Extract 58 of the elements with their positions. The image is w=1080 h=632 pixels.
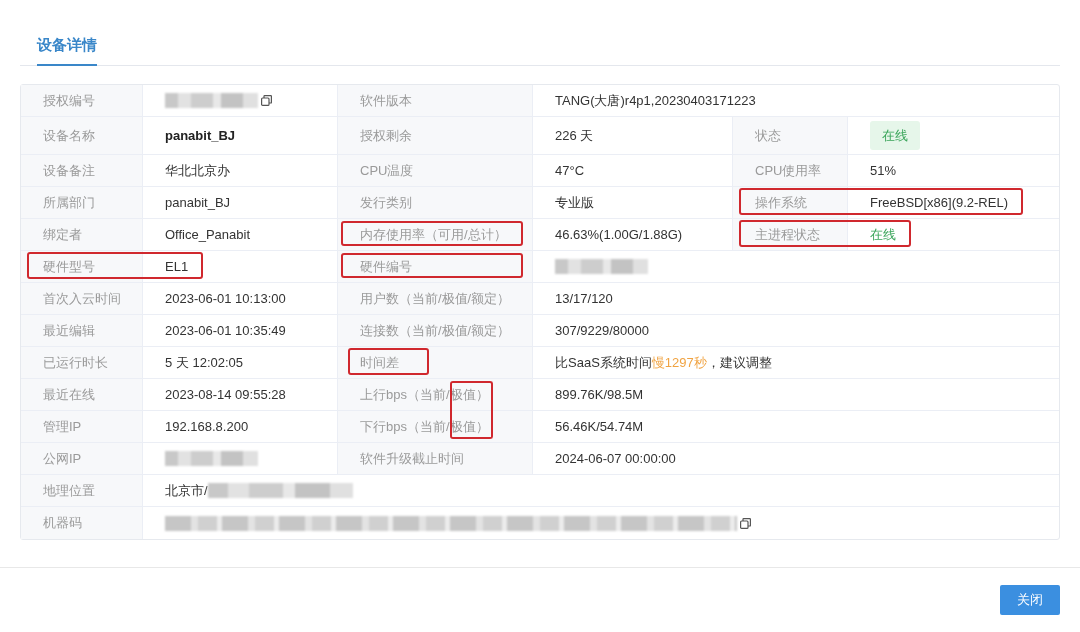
tab[interactable]: 设备详情 xyxy=(37,34,97,66)
field-value: 56.46K/54.74M xyxy=(555,417,644,436)
field-value: FreeBSD[x86](9.2-REL) xyxy=(870,193,1008,212)
field-label: 时间差 xyxy=(360,353,399,372)
field-value: 51% xyxy=(870,161,897,180)
field-value: 226 天 xyxy=(555,126,594,145)
field-value: 899.76K/98.5M xyxy=(555,385,644,404)
field-value: 2024-06-07 00:00:00 xyxy=(555,449,676,468)
field-label: 所属部门 xyxy=(43,193,95,212)
status-badge: 在线 xyxy=(870,120,920,151)
close-button[interactable]: 关闭 xyxy=(1000,585,1060,615)
field-label: 操作系统 xyxy=(755,193,807,212)
copy-icon[interactable] xyxy=(740,517,751,529)
field-label: 最近编辑 xyxy=(43,321,95,340)
field-value: 46.63%(1.00G/1.88G) xyxy=(555,225,683,244)
status-text: 在线 xyxy=(870,225,896,244)
field-value: 192.168.8.200 xyxy=(165,417,249,436)
field-label: 状态 xyxy=(755,126,781,145)
field-label: CPU使用率 xyxy=(755,161,822,180)
field-label: 最近在线 xyxy=(43,385,95,404)
field-label: 硬件型号 xyxy=(43,257,95,276)
field-label: 绑定者 xyxy=(43,225,82,244)
copy-icon[interactable] xyxy=(261,95,272,106)
field-value: Office_Panabit xyxy=(165,225,251,244)
field-value: 比SaaS系统时间慢1297秒，建议调整 xyxy=(555,353,772,372)
field-label: 内存使用率（可用/总计） xyxy=(360,225,507,244)
field-label: 地理位置 xyxy=(43,481,95,500)
field-label: 用户数（当前/极值/额定） xyxy=(360,289,511,308)
field-label: 授权剩余 xyxy=(360,126,412,145)
field-label: 授权编号 xyxy=(43,91,95,110)
field-label: 连接数（当前/极值/额定） xyxy=(360,321,511,340)
field-value: TANG(大唐)r4p1,20230403171223 xyxy=(555,91,756,110)
field-label: 管理IP xyxy=(43,417,82,436)
field-value: 专业版 xyxy=(555,193,594,212)
field-label: 发行类别 xyxy=(360,193,412,212)
field-label: 机器码 xyxy=(43,514,82,533)
field-value: panabit_BJ xyxy=(165,126,236,145)
field-label: 主进程状态 xyxy=(755,225,820,244)
field-value: 华北北京办 xyxy=(165,161,230,180)
field-value: 5 天 12:02:05 xyxy=(165,353,244,372)
field-value: panabit_BJ xyxy=(165,193,231,212)
field-value: 北京市/ xyxy=(165,481,208,500)
field-label: 设备名称 xyxy=(43,126,95,145)
field-label: 设备备注 xyxy=(43,161,95,180)
field-value: 307/9229/80000 xyxy=(555,321,649,340)
field-value: EL1 xyxy=(165,257,189,276)
field-label: 软件升级截止时间 xyxy=(360,449,464,468)
field-value: 2023-06-01 10:13:00 xyxy=(165,289,286,308)
field-value: 2023-08-14 09:55:28 xyxy=(165,385,286,404)
field-label: 硬件编号 xyxy=(360,257,412,276)
field-label: CPU温度 xyxy=(360,161,414,180)
field-value: 13/17/120 xyxy=(555,289,613,308)
field-value: 47°C xyxy=(555,161,585,180)
field-value: 2023-06-01 10:35:49 xyxy=(165,321,286,340)
field-label: 公网IP xyxy=(43,449,82,468)
field-label: 已运行时长 xyxy=(43,353,108,372)
field-label: 首次入云时间 xyxy=(43,289,121,308)
field-label: 软件版本 xyxy=(360,91,412,110)
